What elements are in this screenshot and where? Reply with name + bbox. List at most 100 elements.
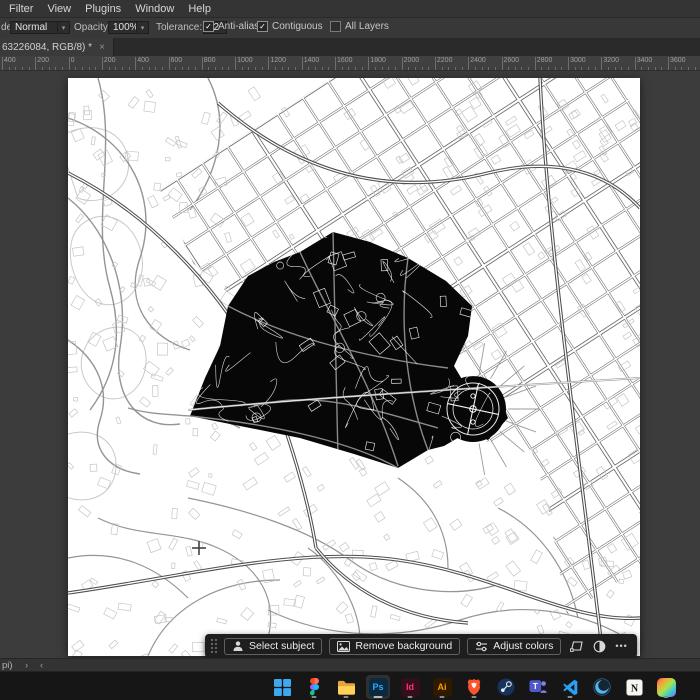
- taskbar-brave-icon[interactable]: [462, 675, 486, 699]
- contrast-icon: [593, 640, 606, 653]
- running-indicator: [664, 696, 669, 698]
- taskbar-notion-icon[interactable]: N: [622, 675, 646, 699]
- sliders-icon: [475, 641, 488, 652]
- blend-mode-dropdown[interactable]: Normal ▾: [10, 21, 70, 34]
- brave-logo: [466, 678, 482, 696]
- remove-background-button[interactable]: Remove background: [329, 638, 460, 655]
- ruler-label: 600: [171, 57, 183, 64]
- close-icon[interactable]: ×: [99, 42, 105, 53]
- ruler-label: 3600: [670, 57, 686, 64]
- opacity-dropdown[interactable]: 100% ▾: [108, 21, 149, 34]
- button-label: Adjust colors: [493, 640, 553, 652]
- cinema4d-logo: [593, 678, 611, 696]
- running-indicator: [408, 696, 413, 698]
- transform-button[interactable]: [568, 637, 586, 655]
- windows-start-logo: [274, 679, 291, 696]
- menu-view[interactable]: View: [47, 0, 71, 18]
- ruler-label: 1800: [370, 57, 386, 64]
- checkbox-all-layers[interactable]: All Layers: [330, 21, 389, 32]
- status-text: pi): [2, 660, 13, 671]
- opacity-value: 100%: [109, 22, 136, 33]
- photoshop-window: Filter View Plugins Window Help de: Normal ▾…: [0, 0, 700, 700]
- ruler-label: 3000: [570, 57, 586, 64]
- taskbar-photoshop-icon[interactable]: Ps: [366, 675, 390, 699]
- taskbar-figma-icon[interactable]: [302, 675, 326, 699]
- document-canvas[interactable]: [68, 78, 640, 656]
- ruler-label: 1600: [337, 57, 353, 64]
- menu-filter[interactable]: Filter: [9, 0, 33, 18]
- windows-taskbar: Ps Id Ai T N: [0, 671, 700, 700]
- adjust-colors-button[interactable]: Adjust colors: [467, 638, 561, 655]
- contextual-taskbar: Select subject Remove background Adjust co…: [205, 634, 637, 658]
- menu-bar: Filter View Plugins Window Help: [0, 0, 700, 18]
- taskbar-indesign-icon[interactable]: Id: [398, 675, 422, 699]
- photoshop-logo: Ps: [369, 678, 388, 697]
- ruler-label: 2200: [437, 57, 453, 64]
- adjustments-button[interactable]: [590, 637, 608, 655]
- ruler-label: 400: [137, 57, 149, 64]
- unchecked-checkbox-icon[interactable]: [330, 21, 341, 32]
- document-tab-title: 63226084, RGB/8) *: [2, 42, 92, 53]
- checkbox-anti-alias[interactable]: ✓ Anti-alias: [203, 21, 259, 32]
- checkbox-label: All Layers: [345, 21, 389, 32]
- checkbox-contiguous[interactable]: ✓ Contiguous: [257, 21, 323, 32]
- image-icon: [337, 641, 350, 652]
- ruler-label: 3400: [637, 57, 653, 64]
- ruler-label: 800: [204, 57, 216, 64]
- ruler-label: 400: [4, 57, 16, 64]
- status-bar: pi) › ‹: [0, 658, 700, 672]
- button-label: Select subject: [249, 640, 314, 652]
- ruler-label: 200: [37, 57, 49, 64]
- running-indicator: [344, 696, 349, 698]
- ruler-label: 1000: [237, 57, 253, 64]
- prev-arrow[interactable]: ‹: [40, 660, 43, 671]
- running-indicator: [472, 696, 477, 698]
- checkbox-label: Contiguous: [272, 21, 323, 32]
- ruler-label: 1400: [304, 57, 320, 64]
- file-explorer-logo: [337, 679, 356, 696]
- running-indicator: [312, 696, 317, 698]
- horizontal-ruler: 400 200 0 200 400 600 800 1000 1200 1400 1600 1800 2…: [0, 56, 700, 71]
- steam-logo: [497, 678, 515, 696]
- taskbar-cinema4d-icon[interactable]: [590, 675, 614, 699]
- more-options-button[interactable]: •••: [615, 641, 627, 651]
- transform-icon: [570, 640, 584, 652]
- ruler-label: 200: [104, 57, 116, 64]
- svg-text:N: N: [630, 683, 638, 694]
- document-tab[interactable]: 63226084, RGB/8) * ×: [0, 38, 114, 56]
- tolerance-label: Tolerance:: [156, 22, 202, 33]
- checked-checkbox-icon[interactable]: ✓: [203, 21, 214, 32]
- select-subject-button[interactable]: Select subject: [224, 638, 322, 655]
- taskbar-teams-icon[interactable]: T: [526, 675, 550, 699]
- taskbar-steam-icon[interactable]: [494, 675, 518, 699]
- ruler-label: 0: [71, 57, 75, 64]
- chevron-down-icon: ▾: [57, 22, 69, 33]
- taskbar-windows-start-icon[interactable]: [270, 675, 294, 699]
- menu-window[interactable]: Window: [135, 0, 174, 18]
- map-image: [68, 78, 640, 656]
- indesign-logo: Id: [401, 678, 420, 697]
- button-label: Remove background: [355, 640, 452, 652]
- options-bar: de: Normal ▾ Opacity: 100% ▾ Tolerance: …: [0, 18, 700, 39]
- taskbar-illustrator-icon[interactable]: Ai: [430, 675, 454, 699]
- menu-plugins[interactable]: Plugins: [85, 0, 121, 18]
- running-indicator: [374, 696, 383, 698]
- person-icon: [232, 640, 244, 652]
- checkbox-label: Anti-alias: [218, 21, 259, 32]
- running-indicator: [568, 696, 573, 698]
- menu-help[interactable]: Help: [188, 0, 211, 18]
- drag-handle[interactable]: [211, 639, 217, 653]
- taskbar-file-explorer-icon[interactable]: [334, 675, 358, 699]
- ruler-label: 2800: [537, 57, 553, 64]
- running-indicator: [440, 696, 445, 698]
- document-tab-bar: 63226084, RGB/8) * ×: [0, 38, 700, 57]
- taskbar-creative-cloud-icon[interactable]: [654, 675, 678, 699]
- ruler-label: 3200: [603, 57, 619, 64]
- ruler-label: 1200: [270, 57, 286, 64]
- creative-cloud-logo: [657, 678, 676, 697]
- taskbar-vscode-icon[interactable]: [558, 675, 582, 699]
- next-arrow[interactable]: ›: [25, 660, 28, 671]
- notion-logo: N: [626, 679, 643, 696]
- checked-checkbox-icon[interactable]: ✓: [257, 21, 268, 32]
- chevron-down-icon: ▾: [136, 22, 148, 33]
